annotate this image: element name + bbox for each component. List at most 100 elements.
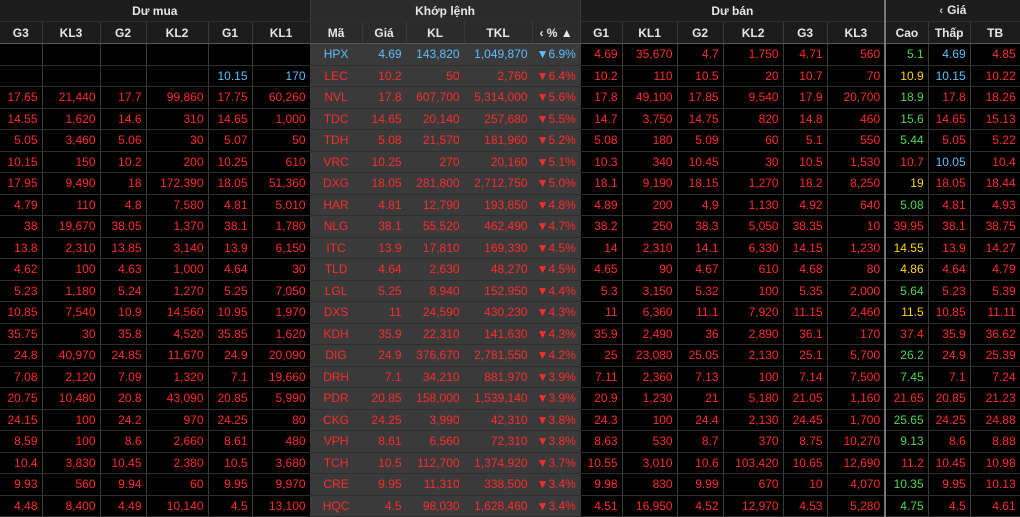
table-row[interactable]: 35.75 30 35.8 4,520 35.85 1,620 KDH 35.9 22,310 1… (0, 323, 1020, 345)
col-sell-kl1[interactable]: KL1 (622, 21, 678, 44)
table-row[interactable]: 38 19,670 38.05 1,370 38.1 1,780 NLG 38.1 55,520… (0, 215, 1020, 238)
sell-cell: 10.3 (580, 151, 623, 173)
sell-cell: 9,540 (723, 86, 784, 109)
buy-cell: 13.85 (100, 237, 147, 259)
col-price-0[interactable]: Cao (884, 21, 929, 44)
sell-cell: 30 (723, 151, 784, 173)
stock-symbol[interactable]: TCH (310, 452, 363, 474)
match-cell: 34,210 (406, 366, 465, 388)
stock-symbol[interactable]: DXS (310, 301, 363, 324)
match-cell: 181,960 (464, 129, 533, 152)
col-match-1[interactable]: Giá (362, 21, 407, 44)
table-row[interactable]: 5.05 3,460 5.06 30 5.07 50 TDH 5.08 21,570 181,96… (0, 129, 1020, 152)
table-row[interactable]: 14.55 1,620 14.6 310 14.65 1,000 TDC 14.65 20,14… (0, 108, 1020, 130)
table-row[interactable]: 4.79 110 4.8 7,580 4.81 5,010 HAR 4.81 12,790 193… (0, 194, 1020, 216)
col-buy-g2[interactable]: G2 (100, 21, 147, 44)
table-row[interactable]: 10.15 150 10.2 200 10.25 610 VRC 10.25 270 20,160… (0, 151, 1020, 173)
col-price-2[interactable]: TB (970, 21, 1020, 44)
table-row[interactable]: 20.75 10,480 20.8 43,090 20.85 5,990 PDR 20.85 1… (0, 387, 1020, 410)
stock-symbol[interactable]: KDH (310, 323, 363, 345)
sell-cell: 460 (827, 108, 886, 130)
table-row[interactable]: 10.85 7,540 10.9 14,560 10.95 1,970 DXS 11 24,59… (0, 301, 1020, 324)
sell-cell: 10.7 (783, 65, 828, 87)
table-row[interactable]: 8.59 100 8.6 2,660 8.61 480 VPH 8.61 6,560 72,310… (0, 430, 1020, 453)
table-row[interactable]: 7.08 2,120 7.09 1,320 7.1 19,660 DRH 7.1 34,210 8… (0, 366, 1020, 388)
stock-symbol[interactable]: LGL (310, 280, 363, 302)
stock-symbol[interactable]: TDC (310, 108, 363, 130)
avg-price: 10.4 (970, 151, 1020, 173)
stock-symbol[interactable]: HAR (310, 194, 363, 216)
table-row[interactable]: 13.8 2,310 13.85 3,140 13.9 6,150 ITC 13.9 17,81… (0, 237, 1020, 259)
group-gia[interactable]: ‹ Giá (884, 0, 1020, 22)
match-cell: 3,990 (406, 409, 465, 431)
stock-symbol[interactable]: VPH (310, 430, 363, 453)
col-sell-g3[interactable]: G3 (783, 21, 828, 44)
sell-cell: 3,150 (622, 280, 678, 302)
stock-symbol[interactable]: PDR (310, 387, 363, 410)
table-row[interactable]: 5.23 1,180 5.24 1,270 5.25 7,050 LGL 5.25 8,940 1… (0, 280, 1020, 302)
buy-cell: 150 (42, 151, 101, 173)
col-buy-kl3[interactable]: KL3 (42, 21, 101, 44)
col-sell-kl2[interactable]: KL2 (723, 21, 784, 44)
table-row[interactable]: 24.8 40,970 24.85 11,670 24.9 20,090 DIG 24.9 37… (0, 344, 1020, 367)
stock-symbol[interactable]: LEC (310, 65, 363, 87)
stock-symbol[interactable]: NVL (310, 86, 363, 109)
match-cell: 42,310 (464, 409, 533, 431)
stock-symbol[interactable]: HPX (310, 43, 363, 66)
table-row[interactable]: HPX 4.69 143,820 1,049,870 ▼6.9% 4.69 35,670 4.… (0, 43, 1020, 66)
col-sell-g2[interactable]: G2 (677, 21, 724, 44)
col-price-1[interactable]: Thấp (928, 21, 971, 44)
buy-cell: 17.95 (0, 172, 43, 195)
table-row[interactable]: 9.93 560 9.94 60 9.95 9,970 CRE 9.95 11,310 338,5… (0, 473, 1020, 496)
col-match-2[interactable]: KL (406, 21, 465, 44)
chevron-left-icon[interactable]: ‹ (939, 1, 943, 21)
sell-cell: 250 (622, 215, 678, 238)
high-price: 10.7 (884, 151, 929, 173)
table-row[interactable]: 24.15 100 24.2 970 24.25 80 CKG 24.25 3,990 42,31… (0, 409, 1020, 431)
col-sell-kl3[interactable]: KL3 (827, 21, 886, 44)
stock-symbol[interactable]: DRH (310, 366, 363, 388)
match-cell: 13.9 (362, 237, 407, 259)
stock-symbol[interactable]: TDH (310, 129, 363, 152)
stock-symbol[interactable]: TLD (310, 258, 363, 281)
col-match-3[interactable]: TKL (464, 21, 533, 44)
match-cell: 2,781,550 (464, 344, 533, 367)
sell-cell: 23,080 (622, 344, 678, 367)
stock-symbol[interactable]: DIG (310, 344, 363, 367)
col-buy-g3[interactable]: G3 (0, 21, 43, 44)
sell-cell: 14.7 (580, 108, 623, 130)
sell-cell: 6,360 (622, 301, 678, 324)
sell-cell: 2,130 (723, 409, 784, 431)
table-row[interactable]: 4.62 100 4.63 1,000 4.64 30 TLD 4.64 2,630 48,270… (0, 258, 1020, 281)
stock-symbol[interactable]: DXG (310, 172, 363, 195)
stock-symbol[interactable]: VRC (310, 151, 363, 173)
col-buy-g1[interactable]: G1 (208, 21, 253, 44)
sell-cell: 10 (827, 215, 886, 238)
stock-symbol[interactable]: HQC (310, 495, 363, 517)
change-percent: ▼4.7% (532, 215, 581, 238)
table-row[interactable]: 4.48 8,400 4.49 10,140 4.5 13,100 HQC 4.5 98,030… (0, 495, 1020, 517)
table-row[interactable]: 10.4 3,830 10.45 2,380 10.5 3,680 TCH 10.5 112,7… (0, 452, 1020, 474)
buy-cell: 30 (42, 323, 101, 345)
stock-symbol[interactable]: NLG (310, 215, 363, 238)
sell-cell: 2,890 (723, 323, 784, 345)
sell-cell: 24.45 (783, 409, 828, 431)
buy-cell: 18.05 (208, 172, 253, 195)
table-row[interactable]: 17.95 9,490 18 172,390 18.05 51,360 DXG 18.05 28… (0, 172, 1020, 195)
avg-price: 10.13 (970, 473, 1020, 496)
sell-cell: 820 (723, 108, 784, 130)
match-cell: 22,310 (406, 323, 465, 345)
stock-symbol[interactable]: CRE (310, 473, 363, 496)
buy-cell: 7.09 (100, 366, 147, 388)
col-sell-g1[interactable]: G1 (580, 21, 623, 44)
stock-symbol[interactable]: CKG (310, 409, 363, 431)
col-match-0[interactable]: Mã (310, 21, 363, 44)
sell-cell: 5.1 (783, 129, 828, 152)
table-row[interactable]: 10.15 170 LEC 10.2 50 2,760 ▼6.4% 10.2 110 10.5 20… (0, 65, 1020, 87)
col-buy-kl1[interactable]: KL1 (252, 21, 311, 44)
match-cell: 5.08 (362, 129, 407, 152)
col-pct-sort[interactable]: ‹ % ▲ (532, 21, 581, 44)
table-row[interactable]: 17.65 21,440 17.7 99,860 17.75 60,260 NVL 17.8 6… (0, 86, 1020, 109)
stock-symbol[interactable]: ITC (310, 237, 363, 259)
col-buy-kl2[interactable]: KL2 (146, 21, 209, 44)
